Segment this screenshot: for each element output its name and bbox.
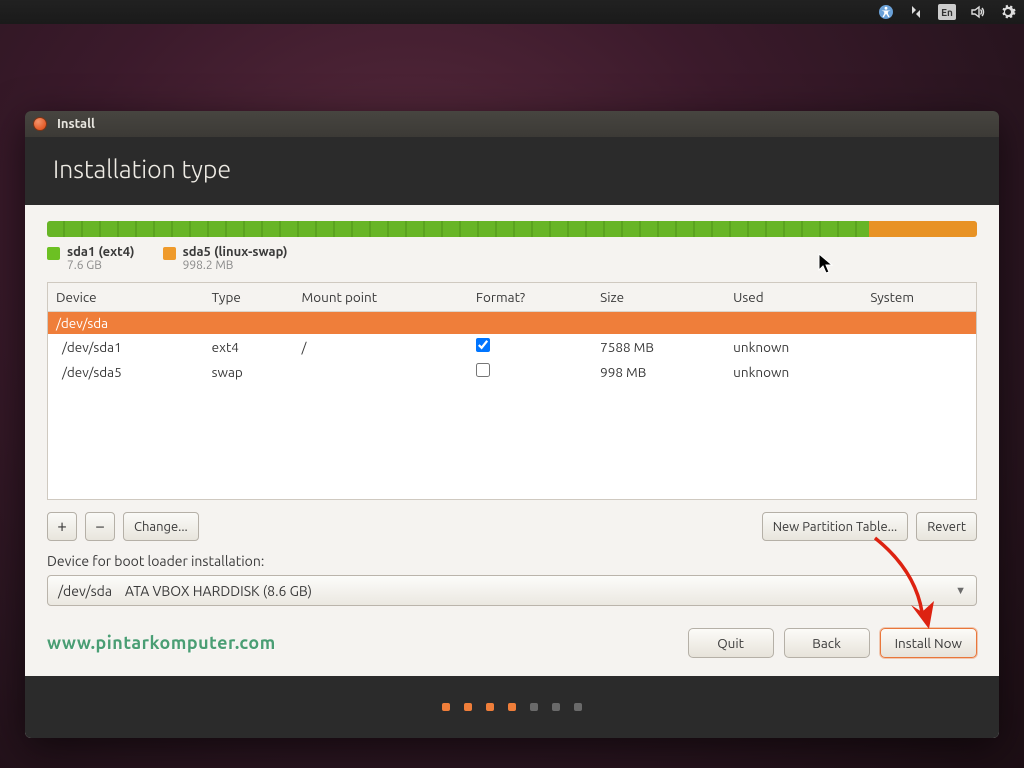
remove-partition-button[interactable]: − (85, 512, 115, 541)
window-title: Install (57, 117, 95, 131)
col-used[interactable]: Used (725, 283, 862, 312)
wizard-actions: www.pintarkomputer.com Quit Back Install… (47, 628, 977, 658)
progress-dot (574, 703, 582, 711)
system-menubar: En (0, 0, 1024, 24)
cell-mount (294, 359, 468, 384)
cell-mount: / (294, 334, 468, 359)
volume-icon[interactable] (970, 4, 986, 20)
col-type[interactable]: Type (204, 283, 294, 312)
bootloader-device-combo[interactable]: /dev/sda ATA VBOX HARDDISK (8.6 GB) ▼ (47, 575, 977, 606)
window-header: Installation type (25, 137, 999, 205)
keyboard-layout-indicator[interactable]: En (938, 4, 956, 20)
new-partition-table-button[interactable]: New Partition Table... (762, 512, 909, 541)
legend-label: sda1 (ext4) (67, 245, 135, 259)
legend-label: sda5 (linux-swap) (183, 245, 288, 259)
cell-size: 7588 MB (592, 334, 725, 359)
progress-dot (486, 703, 494, 711)
revert-button[interactable]: Revert (916, 512, 977, 541)
cell-used: unknown (725, 359, 862, 384)
window-content: sda1 (ext4)7.6 GB sda5 (linux-swap)998.2 … (25, 205, 999, 738)
legend-item: sda1 (ext4)7.6 GB (47, 245, 135, 272)
col-device[interactable]: Device (48, 283, 204, 312)
cell-system (862, 359, 976, 384)
page-title: Installation type (53, 155, 971, 183)
progress-dot (530, 703, 538, 711)
chevron-down-icon: ▼ (955, 585, 966, 597)
partition-table[interactable]: Device Type Mount point Format? Size Use… (47, 282, 977, 500)
col-format[interactable]: Format? (468, 283, 592, 312)
partition-segment-ext4 (47, 221, 869, 237)
wizard-progress-dots (25, 676, 999, 738)
format-checkbox[interactable] (476, 338, 490, 352)
install-window: Install Installation type sda1 (ext4)7.6… (25, 111, 999, 738)
format-checkbox[interactable] (476, 363, 490, 377)
partition-segment-swap (869, 221, 977, 237)
col-mount[interactable]: Mount point (294, 283, 468, 312)
legend-swatch (163, 247, 176, 260)
cell-type: ext4 (204, 334, 294, 359)
quit-button[interactable]: Quit (688, 628, 774, 658)
disk-row[interactable]: /dev/sda (48, 312, 976, 335)
partition-bar (47, 221, 977, 237)
cursor-icon (818, 253, 835, 280)
cell-device: /dev/sda5 (48, 359, 204, 384)
bootloader-label: Device for boot loader installation: (47, 553, 977, 569)
change-partition-button[interactable]: Change... (123, 512, 199, 541)
col-system[interactable]: System (862, 283, 976, 312)
install-now-button[interactable]: Install Now (880, 628, 977, 658)
legend-swatch (47, 247, 60, 260)
partition-toolbar: + − Change... New Partition Table... Rev… (47, 512, 977, 541)
progress-dot (508, 703, 516, 711)
cell-format[interactable] (468, 334, 592, 359)
close-icon[interactable] (33, 117, 47, 131)
col-size[interactable]: Size (592, 283, 725, 312)
watermark-text: www.pintarkomputer.com (47, 633, 276, 653)
cell-format[interactable] (468, 359, 592, 384)
disk-label: /dev/sda (48, 312, 976, 335)
cell-device: /dev/sda1 (48, 334, 204, 359)
progress-dot (552, 703, 560, 711)
gear-icon[interactable] (1000, 4, 1016, 20)
bootloader-device-value: /dev/sda ATA VBOX HARDDISK (8.6 GB) (58, 583, 312, 599)
cell-type: swap (204, 359, 294, 384)
cell-system (862, 334, 976, 359)
accessibility-icon[interactable] (878, 4, 894, 20)
partition-legend: sda1 (ext4)7.6 GB sda5 (linux-swap)998.2 … (47, 245, 977, 272)
add-partition-button[interactable]: + (47, 512, 77, 541)
cell-used: unknown (725, 334, 862, 359)
window-titlebar: Install (25, 111, 999, 137)
progress-dot (464, 703, 472, 711)
network-icon[interactable] (908, 4, 924, 20)
cell-size: 998 MB (592, 359, 725, 384)
legend-item: sda5 (linux-swap)998.2 MB (163, 245, 288, 272)
back-button[interactable]: Back (784, 628, 870, 658)
progress-dot (442, 703, 450, 711)
legend-size: 7.6 GB (67, 259, 135, 272)
legend-size: 998.2 MB (183, 259, 288, 272)
table-row[interactable]: /dev/sda1ext4/ 7588 MBunknown (48, 334, 976, 359)
table-row[interactable]: /dev/sda5swap 998 MBunknown (48, 359, 976, 384)
